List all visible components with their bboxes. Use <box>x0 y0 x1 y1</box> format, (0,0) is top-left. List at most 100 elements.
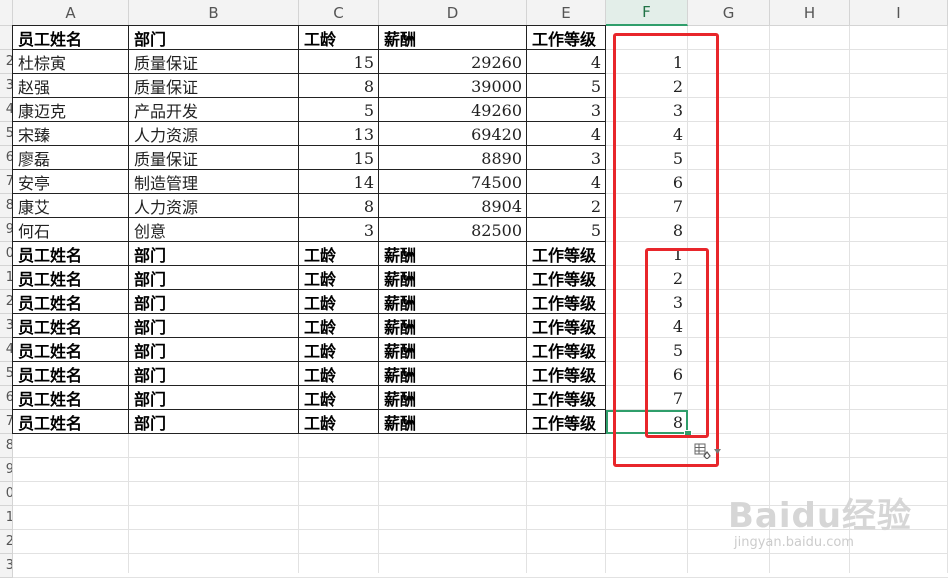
cell-dept[interactable]: 人力资源 <box>129 194 299 218</box>
cell-dept[interactable]: 创意 <box>129 218 299 242</box>
header-cell-name[interactable]: 员工姓名 <box>13 362 129 386</box>
row-header[interactable]: 0 <box>0 482 13 506</box>
header-cell-name[interactable]: 员工姓名 <box>13 26 129 50</box>
header-cell-salary[interactable]: 薪酬 <box>379 386 527 410</box>
cell-dept[interactable]: 质量保证 <box>129 146 299 170</box>
cell-dept[interactable]: 制造管理 <box>129 170 299 194</box>
cell-salary[interactable]: 82500 <box>379 218 527 242</box>
row-header[interactable]: 1 <box>0 506 13 530</box>
cell-level[interactable]: 3 <box>527 146 606 170</box>
header-cell-level[interactable]: 工作等级 <box>527 338 606 362</box>
cell-salary[interactable]: 8904 <box>379 194 527 218</box>
header-cell-level[interactable]: 工作等级 <box>527 314 606 338</box>
cell-name[interactable]: 宋臻 <box>13 122 129 146</box>
header-cell-name[interactable]: 员工姓名 <box>13 314 129 338</box>
header-cell-salary[interactable]: 薪酬 <box>379 242 527 266</box>
cell-salary[interactable]: 49260 <box>379 98 527 122</box>
column-header-f[interactable]: F <box>606 0 688 26</box>
cell-dept[interactable]: 质量保证 <box>129 74 299 98</box>
cell-years[interactable]: 5 <box>299 98 379 122</box>
header-cell-salary[interactable]: 薪酬 <box>379 26 527 50</box>
row-header[interactable]: 8 <box>0 434 13 458</box>
cell-dept[interactable]: 产品开发 <box>129 98 299 122</box>
cell-years[interactable]: 8 <box>299 74 379 98</box>
header-cell-dept[interactable]: 部门 <box>129 26 299 50</box>
cell-name[interactable]: 杜棕寅 <box>13 50 129 74</box>
cell-years[interactable]: 8 <box>299 194 379 218</box>
row-header[interactable]: 3 <box>0 554 13 578</box>
cell-years[interactable]: 15 <box>299 146 379 170</box>
cell-dept[interactable]: 人力资源 <box>129 122 299 146</box>
cell-name[interactable]: 何石 <box>13 218 129 242</box>
header-cell-years[interactable]: 工龄 <box>299 26 379 50</box>
column-header-a[interactable]: A <box>13 0 129 26</box>
header-cell-level[interactable]: 工作等级 <box>527 386 606 410</box>
header-cell-salary[interactable]: 薪酬 <box>379 362 527 386</box>
cell-name[interactable]: 廖磊 <box>13 146 129 170</box>
header-cell-dept[interactable]: 部门 <box>129 314 299 338</box>
header-cell-name[interactable]: 员工姓名 <box>13 410 129 434</box>
cell-name[interactable]: 康迈克 <box>13 98 129 122</box>
header-cell-years[interactable]: 工龄 <box>299 386 379 410</box>
header-cell-years[interactable]: 工龄 <box>299 338 379 362</box>
cell-level[interactable]: 5 <box>527 74 606 98</box>
column-header-c[interactable]: C <box>299 0 379 26</box>
header-cell-level[interactable]: 工作等级 <box>527 242 606 266</box>
header-cell-dept[interactable]: 部门 <box>129 410 299 434</box>
cell-years[interactable]: 14 <box>299 170 379 194</box>
header-cell-years[interactable]: 工龄 <box>299 290 379 314</box>
cell-level[interactable]: 4 <box>527 170 606 194</box>
cell-years[interactable]: 15 <box>299 50 379 74</box>
cell-level[interactable]: 4 <box>527 50 606 74</box>
header-cell-salary[interactable]: 薪酬 <box>379 338 527 362</box>
header-cell-salary[interactable]: 薪酬 <box>379 314 527 338</box>
header-cell-dept[interactable]: 部门 <box>129 266 299 290</box>
cell-level[interactable]: 2 <box>527 194 606 218</box>
auto-fill-options-button[interactable] <box>694 441 724 461</box>
column-header-h[interactable]: H <box>770 0 850 26</box>
header-cell-name[interactable]: 员工姓名 <box>13 338 129 362</box>
spreadsheet[interactable]: ABCDEFGHI 2345678901234567890123 员工姓名部门工… <box>0 0 948 578</box>
header-cell-name[interactable]: 员工姓名 <box>13 266 129 290</box>
header-cell-level[interactable]: 工作等级 <box>527 290 606 314</box>
row-header[interactable]: 9 <box>0 458 13 482</box>
header-cell-years[interactable]: 工龄 <box>299 266 379 290</box>
header-cell-dept[interactable]: 部门 <box>129 242 299 266</box>
header-cell-dept[interactable]: 部门 <box>129 362 299 386</box>
header-cell-salary[interactable]: 薪酬 <box>379 410 527 434</box>
column-header-g[interactable]: G <box>688 0 770 26</box>
header-cell-years[interactable]: 工龄 <box>299 314 379 338</box>
header-cell-name[interactable]: 员工姓名 <box>13 242 129 266</box>
header-cell-name[interactable]: 员工姓名 <box>13 290 129 314</box>
column-header-e[interactable]: E <box>527 0 606 26</box>
header-cell-years[interactable]: 工龄 <box>299 362 379 386</box>
column-header-i[interactable]: I <box>850 0 948 26</box>
header-cell-level[interactable]: 工作等级 <box>527 26 606 50</box>
cell-level[interactable]: 5 <box>527 218 606 242</box>
select-all-corner[interactable] <box>0 0 13 26</box>
column-header-d[interactable]: D <box>379 0 527 26</box>
header-cell-name[interactable]: 员工姓名 <box>13 386 129 410</box>
cell-salary[interactable]: 74500 <box>379 170 527 194</box>
header-cell-dept[interactable]: 部门 <box>129 386 299 410</box>
cell-years[interactable]: 13 <box>299 122 379 146</box>
header-cell-dept[interactable]: 部门 <box>129 338 299 362</box>
cell-level[interactable]: 4 <box>527 122 606 146</box>
column-header-b[interactable]: B <box>129 0 299 26</box>
row-header[interactable]: 2 <box>0 530 13 554</box>
header-cell-years[interactable]: 工龄 <box>299 410 379 434</box>
cell-salary[interactable]: 69420 <box>379 122 527 146</box>
cell-dept[interactable]: 质量保证 <box>129 50 299 74</box>
header-cell-dept[interactable]: 部门 <box>129 290 299 314</box>
cell-years[interactable]: 3 <box>299 218 379 242</box>
cell-name[interactable]: 康艾 <box>13 194 129 218</box>
cell-salary[interactable]: 8890 <box>379 146 527 170</box>
header-cell-years[interactable]: 工龄 <box>299 242 379 266</box>
cell-name[interactable]: 安亭 <box>13 170 129 194</box>
header-cell-salary[interactable]: 薪酬 <box>379 290 527 314</box>
cell-salary[interactable]: 29260 <box>379 50 527 74</box>
header-cell-salary[interactable]: 薪酬 <box>379 266 527 290</box>
cell-name[interactable]: 赵强 <box>13 74 129 98</box>
header-cell-level[interactable]: 工作等级 <box>527 266 606 290</box>
header-cell-level[interactable]: 工作等级 <box>527 362 606 386</box>
